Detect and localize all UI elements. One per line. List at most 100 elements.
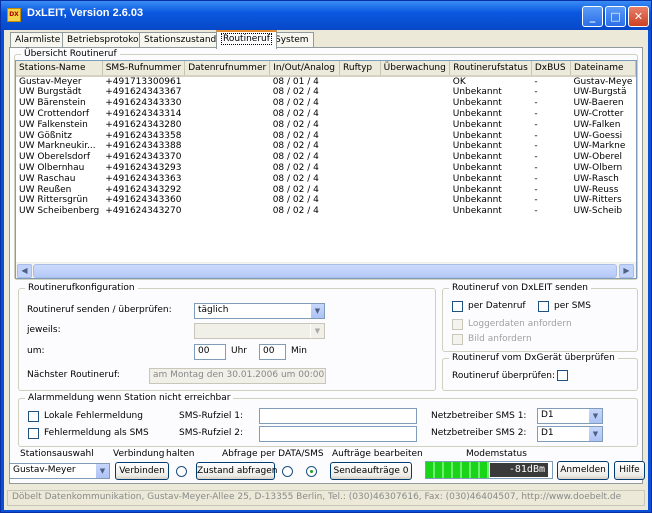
- table-row[interactable]: UW Rittersgrün +491624343360 08 / 02 / 4 Un…: [16, 195, 636, 206]
- table-cell: UW Olbernhau: [19, 162, 85, 173]
- column-header[interactable]: Ruftyp: [339, 61, 381, 77]
- send-jobs-button[interactable]: Sendeaufträge 0: [330, 462, 412, 480]
- tab-routineruf[interactable]: Routineruf: [216, 30, 277, 49]
- station-select[interactable]: Gustav-Meyer ▼: [9, 463, 110, 479]
- table-cell: 08 / 02 / 4: [272, 173, 319, 184]
- local-error-checkbox[interactable]: [28, 411, 39, 422]
- modem-signal-value: -81dBm: [490, 463, 548, 477]
- table-cell: UW-Goessi: [573, 130, 623, 141]
- table-cell: UW Gößnitz: [19, 130, 72, 141]
- column-header[interactable]: Routinerufstatus: [449, 61, 532, 77]
- table-cell: UW Bärenstein: [19, 98, 86, 109]
- chevron-down-icon[interactable]: ▼: [588, 409, 602, 423]
- each-select[interactable]: ▼: [194, 323, 325, 339]
- table-row[interactable]: UW Burgstädt +491624343367 08 / 02 / 4 Unbe…: [16, 87, 636, 98]
- column-header[interactable]: Überwachung: [380, 61, 451, 77]
- table-cell: Unbekannt: [452, 87, 502, 98]
- table-row[interactable]: Gustav-Meyer +491713300961 08 / 01 / 4 OK - G…: [16, 76, 636, 87]
- column-header[interactable]: Datenrufnummer: [184, 61, 271, 77]
- tab-alarmliste[interactable]: Alarmliste: [10, 32, 66, 48]
- title-bar[interactable]: DX DxLEIT, Version 2.6.03 _ □ ✕: [1, 1, 651, 30]
- horizontal-scrollbar[interactable]: ◀ ▶: [16, 262, 636, 278]
- net2-select[interactable]: D1 ▼: [537, 426, 603, 442]
- minute-field[interactable]: 00: [259, 344, 286, 360]
- table-cell: [185, 141, 270, 152]
- check-routineruf-checkbox[interactable]: [557, 370, 568, 381]
- loggerdaten-checkbox[interactable]: [452, 319, 463, 330]
- sms2-input[interactable]: [259, 426, 417, 442]
- hour-field[interactable]: 00: [194, 344, 226, 360]
- chevron-down-icon[interactable]: ▼: [588, 427, 602, 441]
- table-row[interactable]: UW Bärenstein +491624343330 08 / 02 / 4 Unb…: [16, 98, 636, 109]
- tab-betriebsprotokoll[interactable]: Betriebsprotokoll: [62, 32, 149, 48]
- connect-button[interactable]: Verbinden: [115, 462, 169, 480]
- maximize-button[interactable]: □: [605, 6, 626, 27]
- table-cell: 08 / 02 / 4: [272, 195, 319, 206]
- sms-error-label: Fehlermeldung als SMS: [44, 428, 149, 438]
- check-label: Routineruf überprüfen:: [452, 371, 555, 381]
- table-cell: -: [534, 152, 538, 163]
- tab-stationszustand[interactable]: Stationszustand: [139, 32, 222, 48]
- table-cell: [185, 195, 270, 206]
- query-sms-radio[interactable]: [306, 466, 317, 477]
- chevron-down-icon[interactable]: ▼: [95, 464, 109, 478]
- table-row[interactable]: UW Markneukir... +491624343388 08 / 02 / 4…: [16, 141, 636, 152]
- table-row[interactable]: UW Scheibenberg +491624343270 08 / 02 / 4 U…: [16, 206, 636, 217]
- table-cell: [380, 130, 450, 141]
- connection-label: Verbindung: [113, 449, 165, 459]
- table-cell: OK: [452, 77, 466, 87]
- table-row[interactable]: UW Oberelsdorf +491624343370 08 / 02 / 4 Un…: [16, 152, 636, 163]
- table-cell: +491624343314: [105, 108, 182, 119]
- login-button[interactable]: Anmelden: [557, 461, 609, 480]
- column-header[interactable]: Dateiname: [570, 61, 636, 77]
- table-cell: +491624343363: [105, 173, 182, 184]
- table-row[interactable]: UW Gößnitz +491624343358 08 / 02 / 4 Unbeka…: [16, 130, 636, 141]
- table-cell: UW-Baeren: [573, 98, 624, 109]
- table-row[interactable]: UW Olbernhau +491624343293 08 / 02 / 4 Unbe…: [16, 163, 636, 174]
- scroll-thumb[interactable]: [33, 264, 617, 278]
- bild-checkbox[interactable]: [452, 334, 463, 345]
- table-cell: UW-Olbern: [573, 162, 623, 173]
- send-interval-select[interactable]: täglich ▼: [194, 303, 325, 319]
- table-cell: -: [534, 98, 538, 109]
- table-row[interactable]: UW Reußen +491624343292 08 / 02 / 4 Unbekan…: [16, 184, 636, 195]
- table-cell: [340, 206, 381, 217]
- overview-legend: Übersicht Routineruf: [21, 49, 120, 59]
- table-cell: [380, 119, 450, 130]
- table-cell: +491624343293: [105, 162, 182, 173]
- table-row[interactable]: UW Falkenstein +491624343280 08 / 02 / 4 Un…: [16, 119, 636, 130]
- routineruf-list[interactable]: Stations-Name SMS-Rufnummer Datenrufnummer…: [15, 60, 637, 279]
- per-datenruf-checkbox[interactable]: [452, 301, 463, 312]
- chevron-down-icon[interactable]: ▼: [310, 324, 324, 338]
- table-row[interactable]: UW Crottendorf +491624343314 08 / 02 / 4 Un…: [16, 109, 636, 120]
- table-row[interactable]: UW Raschau +491624343363 08 / 02 / 4 Unbeka…: [16, 173, 636, 184]
- table-cell: [340, 141, 381, 152]
- column-header[interactable]: SMS-Rufnummer: [102, 61, 186, 77]
- table-cell: -: [534, 77, 538, 87]
- table-cell: UW Crottendorf: [19, 108, 90, 119]
- client-area: Alarmliste Betriebsprotokoll Stationszus…: [4, 30, 648, 510]
- scroll-right-icon[interactable]: ▶: [619, 264, 634, 278]
- column-header[interactable]: In/Out/Analog: [269, 61, 341, 77]
- close-button[interactable]: ✕: [628, 6, 649, 27]
- chevron-down-icon[interactable]: ▼: [310, 304, 324, 318]
- query-data-radio[interactable]: [282, 466, 293, 477]
- table-cell: -: [534, 130, 538, 141]
- net1-select[interactable]: D1 ▼: [537, 408, 603, 424]
- column-header[interactable]: Stations-Name: [16, 61, 103, 77]
- window-title: DxLEIT, Version 2.6.03: [27, 7, 144, 19]
- hold-radio[interactable]: [176, 466, 187, 477]
- table-cell: Unbekannt: [452, 98, 502, 109]
- modem-signal-meter: -81dBm: [425, 461, 553, 479]
- minimize-button[interactable]: _: [582, 6, 603, 27]
- sms-error-checkbox[interactable]: [28, 428, 39, 439]
- scroll-left-icon[interactable]: ◀: [17, 264, 32, 278]
- table-cell: [185, 163, 270, 174]
- column-header[interactable]: DxBUS: [531, 61, 572, 77]
- table-cell: [380, 98, 450, 109]
- sms1-input[interactable]: [259, 408, 417, 424]
- query-button[interactable]: Zustand abfragen: [196, 462, 277, 480]
- help-button[interactable]: Hilfe: [614, 461, 645, 480]
- per-sms-checkbox[interactable]: [538, 301, 549, 312]
- table-cell: +491624343330: [105, 98, 182, 109]
